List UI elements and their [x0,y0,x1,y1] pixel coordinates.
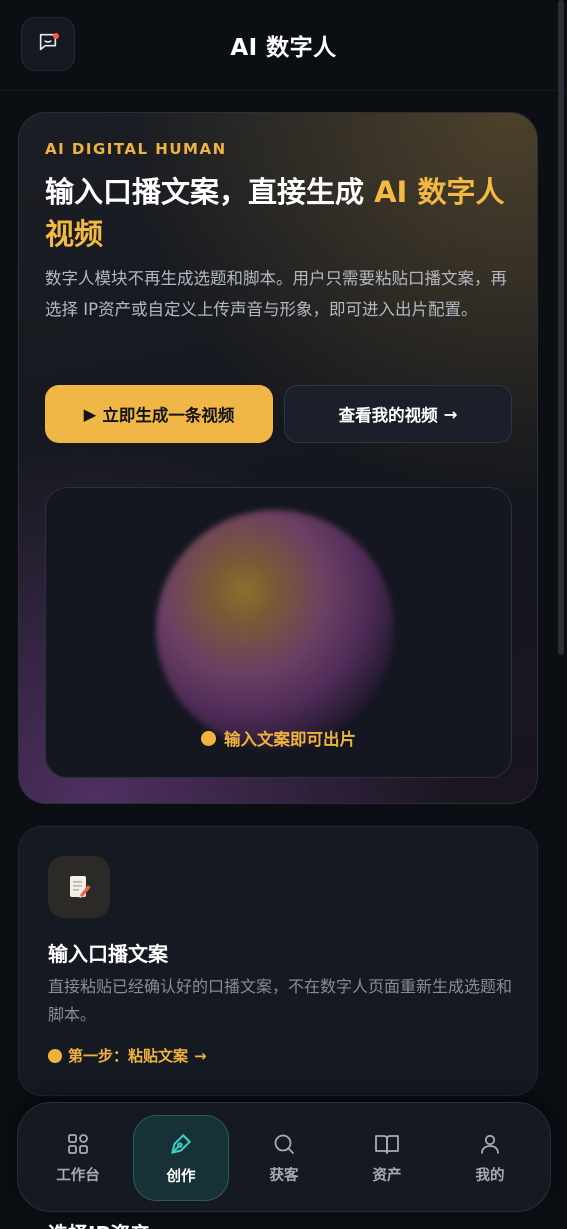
book-icon [374,1132,400,1156]
nav-item-acquire[interactable]: 获客 [236,1115,332,1201]
step-paste-script-link[interactable]: 第一步：粘贴文案 → [48,1045,207,1066]
nav-label: 资产 [372,1167,402,1184]
arrow-right-icon: → [194,1046,207,1065]
nav-label: 获客 [269,1167,299,1184]
nav-item-profile[interactable]: 我的 [442,1115,538,1201]
search-icon [272,1132,296,1156]
nav-item-assets[interactable]: 资产 [339,1115,435,1201]
nav-item-workbench[interactable]: 工作台 [30,1115,126,1201]
step-description: 直接粘贴已经确认好的口播文案，不在数字人页面重新生成选题和脚本。 [48,977,513,1024]
next-section-title: 选择IP资产 [48,1218,150,1229]
step-card-input-script: 输入口播文案 直接粘贴已经确认好的口播文案，不在数字人页面重新生成选题和脚本。 … [18,826,538,1096]
nav-label: 我的 [475,1167,505,1184]
preview-status: 输入文案即可出片 [46,726,511,750]
hero-title-main: 输入口播文案，直接生成 [45,175,375,209]
view-my-videos-button[interactable]: 查看我的视频 → [284,385,512,443]
hero-title: 输入口播文案，直接生成 AI 数字人视频 [45,171,515,255]
pen-icon [168,1131,194,1157]
hero-eyebrow: AI DIGITAL HUMAN [45,140,227,158]
avatar-preview: 输入文案即可出片 [45,487,512,778]
status-dot-icon [201,730,216,746]
page: AI 数字人 AI DIGITAL HUMAN 输入口播文案，直接生成 AI 数… [0,0,567,1229]
step-dot-icon [48,1048,62,1063]
user-icon [478,1132,502,1156]
memo-icon [48,856,110,918]
nav-item-create[interactable]: 创作 [133,1115,229,1201]
generate-video-button[interactable]: ▶ 立即生成一条视频 [45,385,273,443]
step-link-label: 第一步：粘贴文案 [68,1047,189,1065]
step-title: 输入口播文案 [48,942,168,966]
hero-description: 数字人模块不再生成选题和脚本。用户只需要粘贴口播文案，再选择 IP资产或自定义上… [45,269,507,319]
glowing-orb-image [156,510,394,748]
nav-label: 创作 [166,1168,196,1185]
page-title: AI 数字人 [230,35,337,61]
preview-status-label: 输入文案即可出片 [224,730,356,749]
view-my-videos-label: 查看我的视频 [338,406,438,425]
arrow-right-icon: → [443,404,458,424]
scrollbar[interactable] [558,0,564,655]
hero-card: AI DIGITAL HUMAN 输入口播文案，直接生成 AI 数字人视频 数字… [18,112,538,804]
generate-video-label: 立即生成一条视频 [102,406,235,425]
play-icon: ▶ [83,404,97,424]
app-header: AI 数字人 [0,0,567,91]
grid-icon [66,1132,90,1156]
bottom-nav: 工作台 创作 获客 资产 我的 [17,1102,551,1212]
nav-label: 工作台 [56,1167,100,1184]
